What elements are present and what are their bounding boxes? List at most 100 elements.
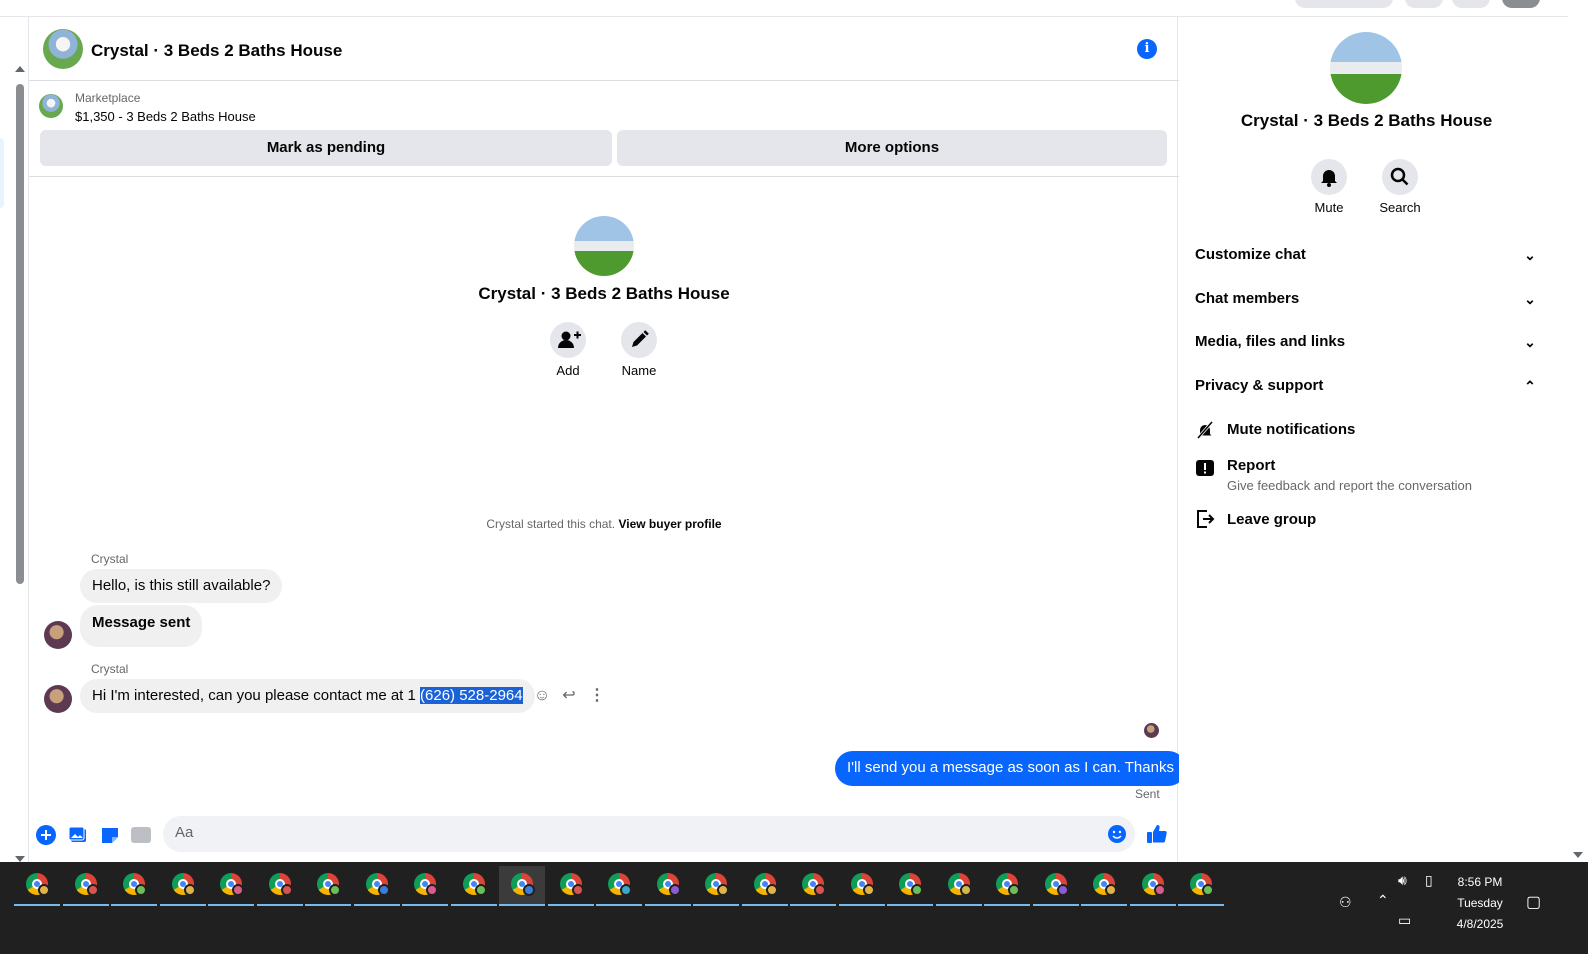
top-notification-icon[interactable] <box>1452 0 1490 8</box>
taskbar-chrome-button[interactable] <box>256 866 303 906</box>
taskbar-chrome-button[interactable] <box>450 866 497 906</box>
taskbar-chrome-button[interactable] <box>499 866 545 906</box>
network-icon[interactable]: ▭ <box>1398 912 1411 929</box>
add-person-button[interactable] <box>550 322 586 358</box>
report-item[interactable]: Report Give feedback and report the conv… <box>1195 455 1540 495</box>
top-pill-button[interactable] <box>1295 0 1393 8</box>
account-avatar[interactable] <box>1502 0 1540 8</box>
page-scrollbar[interactable] <box>1568 0 1588 862</box>
section-chat-members[interactable]: Chat members ⌄ <box>1195 281 1540 317</box>
edit-name-button[interactable] <box>621 322 657 358</box>
taskbar-chrome-button[interactable] <box>159 866 206 906</box>
profile-badge-icon <box>377 884 390 896</box>
profile-badge-icon <box>1056 884 1069 896</box>
taskbar-chrome-button[interactable] <box>838 866 885 906</box>
profile-badge-icon <box>668 884 681 896</box>
leave-group-label: Leave group <box>1227 511 1317 528</box>
message-bubble-system[interactable]: Message sent <box>80 605 203 647</box>
taskbar-chrome-button[interactable] <box>1032 866 1079 906</box>
message-bubble-incoming[interactable]: Hello, is this still available? <box>80 569 283 603</box>
taskbar-chrome-button[interactable] <box>644 866 691 906</box>
mute-button[interactable] <box>1311 159 1347 195</box>
chevron-up-icon[interactable]: ⌃ <box>1377 892 1389 909</box>
listing-price-title[interactable]: $1,350 - 3 Beds 2 Baths House <box>75 109 256 124</box>
taskbar-chrome-button[interactable] <box>353 866 400 906</box>
section-media-files-links[interactable]: Media, files and links ⌄ <box>1195 324 1540 360</box>
mute-notifications-item[interactable]: Mute notifications <box>1195 417 1540 445</box>
taskbar-chrome-button[interactable] <box>1129 866 1176 906</box>
report-label: Report <box>1227 457 1276 474</box>
notifications-icon[interactable]: ▢ <box>1526 892 1541 912</box>
taskbar-chrome-button[interactable] <box>208 866 254 906</box>
taskbar-chrome-button[interactable] <box>1178 866 1224 906</box>
listing-banner: Marketplace $1,350 - 3 Beds 2 Baths Hous… <box>29 82 1179 177</box>
message-input[interactable] <box>175 824 1095 841</box>
profile-badge-icon <box>86 884 99 896</box>
sticker-icon[interactable] <box>99 824 121 846</box>
taskbar-chrome-button[interactable] <box>305 866 351 906</box>
info-icon[interactable]: i <box>1137 39 1157 59</box>
profile-badge-icon <box>814 884 826 896</box>
plus-icon[interactable] <box>35 824 57 846</box>
react-icon[interactable]: ☺ <box>533 687 551 705</box>
gif-icon[interactable] <box>130 824 152 846</box>
chevron-up-icon: ⌃ <box>1524 378 1536 394</box>
taskbar-chrome-button[interactable] <box>693 866 739 906</box>
people-icon[interactable]: ⚇ <box>1339 894 1352 911</box>
view-buyer-profile-link[interactable]: View buyer profile <box>618 517 721 531</box>
taskbar-chrome-button[interactable] <box>935 866 982 906</box>
scroll-down-icon[interactable] <box>1573 852 1583 858</box>
profile-badge-icon <box>474 884 487 896</box>
chat-scrollbar[interactable] <box>13 66 25 862</box>
reply-icon[interactable]: ↩ <box>560 687 578 705</box>
taskbar-chrome-button[interactable] <box>790 866 836 906</box>
profile-badge-icon <box>1008 884 1020 896</box>
photo-icon[interactable] <box>67 824 89 846</box>
taskbar-chrome-button[interactable] <box>1081 866 1127 906</box>
more-options-button[interactable]: More options <box>617 130 1167 166</box>
more-actions-icon[interactable]: ⋮ <box>588 687 606 705</box>
listing-thumbnail[interactable] <box>39 94 63 118</box>
clock-date: 4/8/2025 <box>1456 917 1504 931</box>
details-avatar[interactable] <box>1330 32 1402 104</box>
section-customize-chat[interactable]: Customize chat ⌄ <box>1195 237 1540 273</box>
search-label: Search <box>1379 200 1421 215</box>
details-name: Crystal · 3 Beds 2 Baths House <box>1240 111 1493 130</box>
message-bubble-incoming[interactable]: Hi I'm interested, can you please contac… <box>80 679 535 713</box>
emoji-icon[interactable] <box>1107 824 1127 844</box>
selected-phone-number[interactable]: (626) 528-2964 <box>420 687 523 704</box>
battery-icon[interactable]: ▯ <box>1425 872 1433 889</box>
scrollbar-thumb[interactable] <box>16 84 24 584</box>
started-text: Crystal started this chat. <box>486 517 616 531</box>
sender-avatar[interactable] <box>44 621 72 649</box>
top-menu-icon[interactable] <box>1405 0 1443 8</box>
taskbar-chrome-button[interactable] <box>62 866 109 906</box>
taskbar-chrome-button[interactable] <box>547 866 594 906</box>
taskbar-chrome-button[interactable] <box>596 866 642 906</box>
chat-avatar[interactable] <box>43 29 83 69</box>
volume-icon[interactable]: 🔊︎ <box>1398 872 1407 889</box>
leave-group-item[interactable]: Leave group <box>1195 507 1540 535</box>
thumbs-up-icon[interactable] <box>1145 822 1169 846</box>
taskbar-chrome-button[interactable] <box>741 866 788 906</box>
section-privacy-support[interactable]: Privacy & support ⌃ <box>1195 368 1540 404</box>
profile-badge-icon <box>620 884 632 896</box>
message-bubble-outgoing[interactable]: I'll send you a message as soon as I can… <box>835 751 1186 786</box>
sidebar-edge <box>0 138 4 208</box>
mark-pending-button[interactable]: Mark as pending <box>40 130 612 166</box>
taskbar-chrome-button[interactable] <box>14 866 60 906</box>
system-clock[interactable]: 8:56 PM Tuesday 4/8/2025 <box>1440 872 1520 935</box>
sent-status: Sent <box>1135 787 1160 801</box>
profile-badge-icon <box>959 884 972 896</box>
taskbar-chrome-button[interactable] <box>984 866 1030 906</box>
profile-badge-icon <box>183 884 196 896</box>
profile-badge-icon <box>38 884 50 896</box>
chat-title[interactable]: Crystal · 3 Beds 2 Baths House <box>91 41 342 61</box>
taskbar-chrome-button[interactable] <box>887 866 933 906</box>
taskbar-chrome-button[interactable] <box>402 866 448 906</box>
taskbar-chrome-button[interactable] <box>111 866 157 906</box>
sender-avatar[interactable] <box>44 685 72 713</box>
search-button[interactable] <box>1382 159 1418 195</box>
intro-avatar[interactable] <box>574 216 634 276</box>
scroll-up-icon[interactable] <box>15 66 25 72</box>
